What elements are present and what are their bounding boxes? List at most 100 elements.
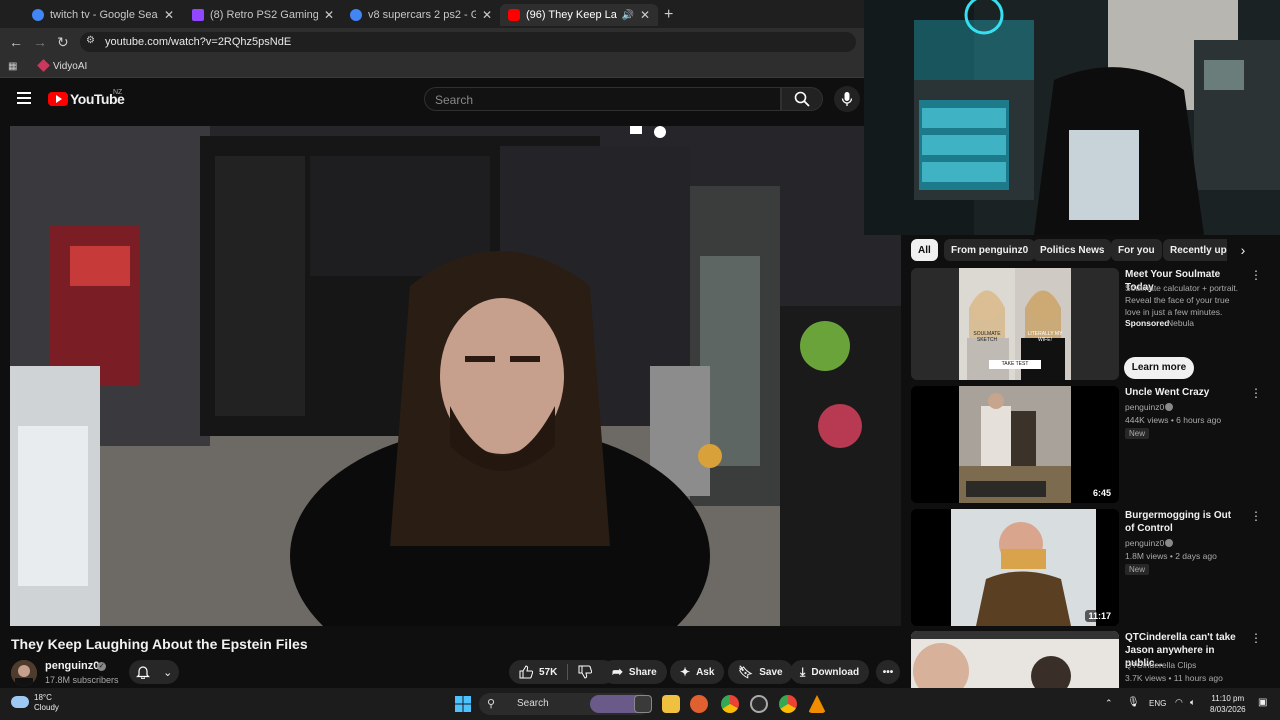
language-indicator[interactable]: ENG (1149, 699, 1166, 708)
task-view-icon[interactable] (634, 695, 652, 713)
channel-avatar[interactable] (11, 660, 37, 686)
site-info-icon[interactable]: ⚙ (86, 35, 95, 46)
verified-icon: ✓ (97, 662, 106, 671)
speaker-icon[interactable]: 🔈︎ (1190, 697, 1195, 708)
like-dislike-group: 57K (509, 660, 615, 684)
more-vert-icon[interactable]: ⋮ (1250, 386, 1262, 400)
browser-tab[interactable]: twitch tv - Google Search ✕ (24, 4, 182, 26)
bookmark-vidyoai[interactable]: VidyoAI (53, 61, 87, 72)
more-vert-icon[interactable]: ⋮ (1250, 631, 1262, 645)
share-button[interactable]: ➦ Share (602, 660, 667, 684)
search-icon (794, 91, 810, 107)
wifi-icon[interactable]: ◠ (1175, 697, 1183, 708)
chevron-down-icon: ⌄ (163, 666, 173, 679)
back-icon[interactable]: ← (9, 34, 23, 50)
microphone-icon[interactable]: 🎙︎ (1127, 697, 1140, 708)
video-stats: 1.8M views • 2 days ago (1125, 551, 1217, 561)
obs-icon[interactable] (750, 695, 768, 713)
video-thumbnail[interactable]: 6:45 (911, 386, 1119, 503)
video-title-link[interactable]: Burgermogging is Out of Control (1125, 509, 1243, 535)
verified-icon (1165, 539, 1173, 547)
search-button[interactable] (781, 87, 823, 111)
reload-icon[interactable]: ↻ (57, 34, 69, 51)
new-tab-button[interactable]: + (664, 6, 673, 24)
more-vert-icon[interactable]: ⋮ (1250, 268, 1262, 282)
chrome-icon[interactable] (721, 695, 739, 713)
bookmark-icon: 🔖︎ (738, 665, 754, 679)
video-thumbnail[interactable]: 11:17 (911, 509, 1119, 626)
video-channel[interactable]: penguinz0 (1125, 537, 1164, 549)
video-stats: 444K views • 6 hours ago (1125, 415, 1222, 425)
notification-icon[interactable]: ▣ (1258, 697, 1267, 708)
new-badge: New (1125, 428, 1150, 439)
video-channel[interactable]: penguinz0 (1125, 401, 1164, 413)
browser-tab[interactable]: v8 supercars 2 ps2 - Google Se ✕ (342, 4, 500, 26)
video-thumbnail[interactable] (911, 631, 1119, 688)
system-clock[interactable]: 11:10 pm 8/03/2026 (1210, 693, 1246, 715)
youtube-logo-icon[interactable] (48, 92, 68, 106)
channel-name[interactable]: penguinz0 (45, 660, 99, 672)
youtube-icon (508, 9, 520, 21)
menu-icon[interactable] (17, 92, 31, 104)
voice-search-button[interactable] (834, 86, 860, 112)
close-icon[interactable]: ✕ (164, 8, 174, 22)
video-frame-image (10, 126, 901, 626)
search-input[interactable]: Search (424, 87, 781, 111)
chip-all[interactable]: All (911, 239, 938, 261)
video-title-link[interactable]: Uncle Went Crazy (1125, 386, 1243, 399)
close-icon[interactable]: ✕ (640, 8, 650, 22)
webcam-overlay-image (864, 0, 1280, 235)
download-icon: ⤓ (800, 664, 806, 679)
cloud-icon[interactable] (11, 696, 29, 708)
verified-icon (1165, 403, 1173, 411)
chevron-up-icon[interactable]: ⌃ (1105, 698, 1113, 709)
ad-thumbnail[interactable]: SOULMATE SKETCH LITERALLY MY WIFE! TAKE … (911, 268, 1119, 380)
more-actions-button[interactable]: ••• (876, 660, 900, 684)
learn-more-button[interactable]: Learn more (1124, 357, 1194, 379)
close-icon[interactable]: ✕ (324, 8, 334, 22)
chrome-icon[interactable] (779, 695, 797, 713)
region-label: NZ (113, 89, 123, 96)
video-thumbnail-image (911, 509, 1119, 626)
browser-tab-active[interactable]: (96) They Keep Laughing Ab 🔊 ✕ (500, 4, 658, 26)
twitch-icon (192, 9, 204, 21)
video-duration: 6:45 (1089, 487, 1114, 499)
ad-description: Soulmate calculator + portrait. Reveal t… (1125, 283, 1239, 317)
weather-widget[interactable]: 18°C Cloudy (34, 693, 59, 713)
chip-politics-news[interactable]: Politics News (1033, 239, 1112, 261)
forward-icon[interactable]: → (33, 34, 47, 50)
windows-start-icon[interactable] (455, 696, 471, 712)
video-channel[interactable]: QTCinderella Clips (1125, 659, 1196, 671)
thumbs-up-icon[interactable] (519, 665, 533, 679)
chevron-right-icon[interactable]: › (1228, 239, 1258, 261)
subscribed-button[interactable]: ⌄ (129, 660, 179, 684)
save-button[interactable]: 🔖︎ Save (728, 660, 793, 684)
close-icon[interactable]: ✕ (482, 8, 492, 22)
video-stats: 3.7K views • 11 hours ago (1125, 673, 1223, 683)
like-count[interactable]: 57K (539, 667, 557, 678)
google-icon (350, 9, 362, 21)
file-explorer-icon[interactable] (662, 695, 680, 713)
apps-grid-icon[interactable]: ▦ (8, 61, 17, 72)
microphone-icon (841, 92, 853, 106)
share-icon: ➦ (612, 664, 623, 679)
chip-for-you[interactable]: For you (1111, 239, 1162, 261)
video-player[interactable] (10, 126, 901, 626)
sparkle-icon: ✦ (680, 665, 691, 679)
google-icon (32, 9, 44, 21)
speaker-icon[interactable]: 🔊 (621, 10, 633, 21)
advertiser-name: Nebula (1167, 318, 1194, 328)
chip-recently-uploaded[interactable]: Recently upl (1163, 239, 1227, 261)
more-horizontal-icon: ••• (882, 666, 894, 678)
video-duration: 11:17 (1085, 610, 1114, 622)
browser-tab[interactable]: (8) Retro PS2 Gaming- NEED FO ✕ (184, 4, 342, 26)
more-vert-icon[interactable]: ⋮ (1250, 509, 1262, 523)
url-text[interactable]: youtube.com/watch?v=2RQhz5psNdE (105, 36, 291, 48)
thumbs-down-icon[interactable] (578, 665, 593, 679)
download-button[interactable]: ⤓ Download (790, 660, 870, 684)
brave-icon[interactable] (690, 695, 708, 713)
search-icon: ⚲ (487, 698, 496, 710)
ask-button[interactable]: ✦ Ask (670, 660, 725, 684)
video-title: They Keep Laughing About the Epstein Fil… (11, 636, 308, 652)
chip-from-penguinz0[interactable]: From penguinz0 (944, 239, 1036, 261)
